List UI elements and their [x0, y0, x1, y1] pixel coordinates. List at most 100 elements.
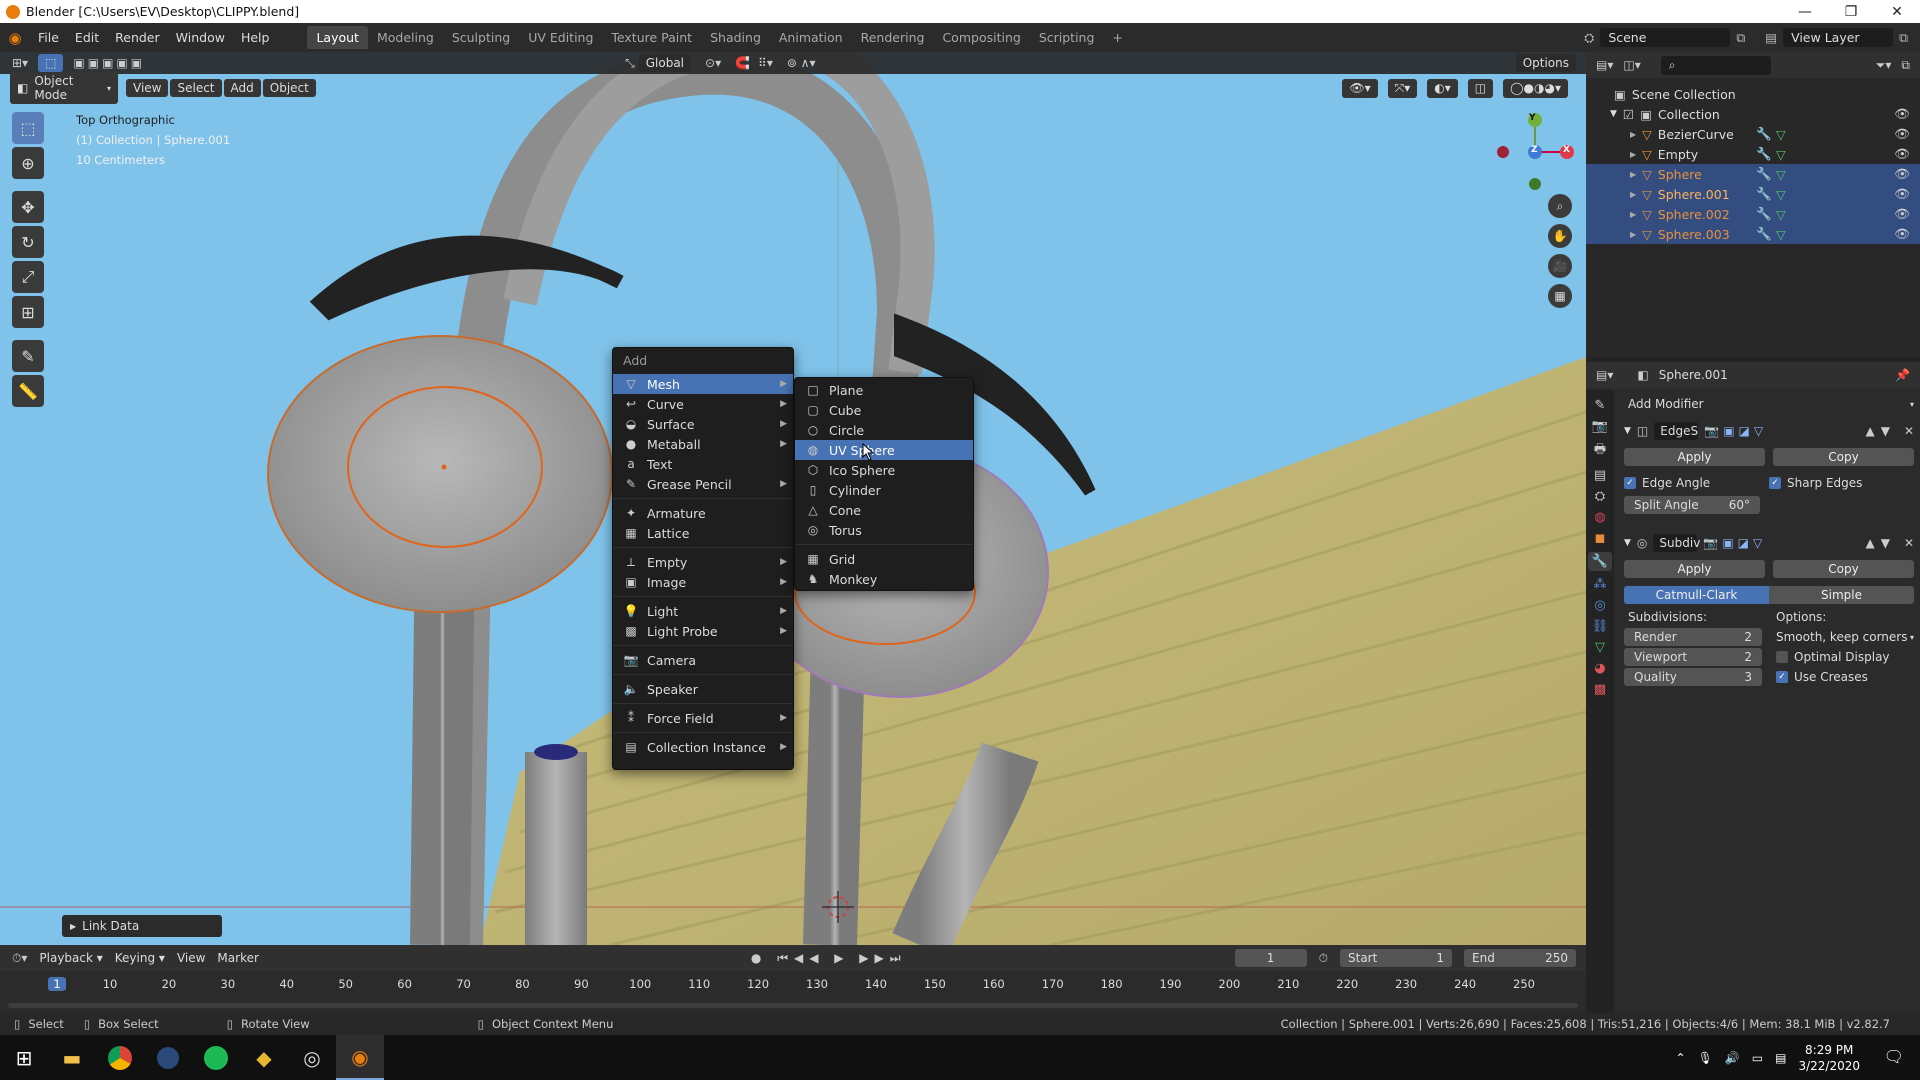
new-collection-icon[interactable]: ⧉ — [1901, 58, 1910, 73]
menu-item-speaker[interactable]: 🔈Speaker — [613, 679, 793, 699]
gitkraken-icon[interactable]: ◆ — [240, 1035, 288, 1080]
xray-icon[interactable]: ◫ — [1468, 79, 1493, 98]
menu-item-light-probe[interactable]: ▩Light Probe▶ — [613, 621, 793, 641]
editor-type-icon[interactable]: ⊞▾ — [12, 56, 28, 70]
maximize-button[interactable]: ❐ — [1828, 0, 1874, 23]
modifier-visibility-icons[interactable]: 📷▣◪▽ — [1703, 536, 1766, 550]
object-data-tab-icon[interactable]: ▽ — [1595, 640, 1605, 655]
menu-item-lattice[interactable]: ▦Lattice — [613, 523, 793, 543]
tab-texture-paint[interactable]: Texture Paint — [602, 26, 701, 49]
menu-window[interactable]: Window — [168, 30, 233, 45]
eye-icon[interactable]: 👁 — [1894, 146, 1910, 162]
tray-chevron-icon[interactable]: ⌃ — [1676, 1051, 1686, 1065]
menu-help[interactable]: Help — [233, 30, 278, 45]
outliner-row[interactable]: ▶▽Empty🔧▽👁 — [1586, 144, 1920, 164]
move-down-icon[interactable]: ▼ — [1881, 536, 1890, 550]
outliner-row[interactable]: ▶▽Sphere.001🔧▽👁 — [1586, 184, 1920, 204]
eye-icon[interactable]: 👁 — [1894, 186, 1910, 202]
menu-item-cylinder[interactable]: ▯Cylinder — [795, 480, 973, 500]
copy-button[interactable]: Copy — [1773, 448, 1914, 466]
menu-item-image[interactable]: ▣Image▶ — [613, 572, 793, 592]
playback-menu[interactable]: Playback ▾ — [39, 951, 102, 965]
viewport-levels-field[interactable]: Viewport2 — [1624, 648, 1762, 666]
menu-item-cube[interactable]: ▢Cube — [795, 400, 973, 420]
menu-item-surface[interactable]: ◒Surface▶ — [613, 414, 793, 434]
timeline-editor-icon[interactable]: ⏱▾ — [12, 951, 27, 966]
annotate-tool-icon[interactable]: ✎ — [12, 340, 44, 372]
object-tab-icon[interactable]: ◼ — [1595, 531, 1606, 546]
add-menu[interactable]: Add — [224, 79, 261, 97]
scene-selector[interactable]: Scene — [1600, 28, 1730, 47]
copy-button[interactable]: Copy — [1773, 560, 1914, 578]
language-icon[interactable]: ▤ — [1775, 1051, 1786, 1065]
sharp-edges-checkbox[interactable]: ✓Sharp Edges — [1769, 476, 1914, 490]
expand-arrow-icon[interactable]: ▶ — [1630, 150, 1636, 159]
file-explorer-icon[interactable]: ▬ — [48, 1035, 96, 1080]
mode-selector[interactable]: ◧ Object Mode ▾ — [10, 72, 118, 104]
select-box-tool-icon[interactable]: ⬚ — [12, 112, 44, 144]
expand-arrow-icon[interactable]: ▶ — [1630, 130, 1636, 139]
menu-item-curve[interactable]: ↩Curve▶ — [613, 394, 793, 414]
select-mode-icons[interactable]: ▣▣▣▣▣ — [73, 56, 145, 70]
select-tool-icon[interactable]: ⬚ — [38, 54, 63, 72]
material-tab-icon[interactable]: ◕ — [1594, 661, 1605, 676]
menu-item-armature[interactable]: ✦Armature — [613, 503, 793, 523]
options-dropdown[interactable]: Options — [1516, 54, 1576, 72]
network-icon[interactable]: ▭ — [1752, 1051, 1763, 1065]
close-button[interactable]: ✕ — [1874, 0, 1920, 23]
menu-item-plane[interactable]: □Plane — [795, 380, 973, 400]
remove-modifier-icon[interactable]: ✕ — [1904, 424, 1914, 438]
notifications-icon[interactable]: 🗨 — [1884, 1047, 1904, 1066]
outliner-row[interactable]: ▶▽BezierCurve🔧▽👁 — [1586, 124, 1920, 144]
timeline-scrollbar[interactable] — [8, 1003, 1578, 1008]
view-layer-selector[interactable]: View Layer — [1783, 28, 1893, 47]
view-menu[interactable]: View — [126, 79, 168, 97]
add-modifier-dropdown[interactable]: Add Modifier ▾ — [1624, 394, 1914, 414]
split-angle-field[interactable]: Split Angle 60° — [1624, 496, 1760, 514]
simple-toggle[interactable]: Simple — [1769, 586, 1914, 604]
menu-item-camera[interactable]: 📷Camera — [613, 650, 793, 670]
catmull-clark-toggle[interactable]: Catmull-Clark — [1624, 586, 1769, 604]
render-levels-field[interactable]: Render2 — [1624, 628, 1762, 646]
menu-file[interactable]: File — [30, 30, 67, 45]
outliner-editor-icon[interactable]: ▤▾ — [1596, 58, 1613, 72]
playback-controls[interactable]: ● ⏮◀◀ ▶ ▶▶⏭ — [751, 951, 907, 966]
unity-icon[interactable]: ◎ — [288, 1035, 336, 1080]
properties-editor-icon[interactable]: ▤▾ — [1596, 368, 1613, 382]
visibility-icon[interactable]: 👁▾ — [1342, 79, 1377, 98]
tab-shading[interactable]: Shading — [701, 26, 770, 49]
scene-tab-icon[interactable]: ⛭ — [1595, 489, 1605, 504]
render-tab-icon[interactable]: 📷 — [1592, 419, 1608, 434]
optimal-display-checkbox[interactable]: Optimal Display — [1776, 648, 1914, 666]
end-frame-field[interactable]: End250 — [1464, 949, 1576, 967]
move-down-icon[interactable]: ▼ — [1881, 424, 1890, 438]
menu-edit[interactable]: Edit — [67, 30, 107, 45]
start-frame-field[interactable]: Start1 — [1340, 949, 1452, 967]
constraints-tab-icon[interactable]: ⛓ — [1592, 619, 1609, 634]
camera-view-icon[interactable]: 🎥 — [1548, 254, 1572, 278]
scale-tool-icon[interactable]: ⤢ — [12, 261, 44, 293]
collapse-arrow-icon[interactable]: ▼ — [1624, 538, 1631, 548]
zoom-icon[interactable]: ⌕ — [1548, 194, 1572, 218]
expand-arrow-icon[interactable]: ▼ — [1610, 109, 1617, 119]
outliner-row[interactable]: ▶▽Sphere🔧▽👁 — [1586, 164, 1920, 184]
menu-item-ico-sphere[interactable]: ⬡Ico Sphere — [795, 460, 973, 480]
apply-button[interactable]: Apply — [1624, 448, 1765, 466]
menu-item-force-field[interactable]: ⁑Force Field▶ — [613, 708, 793, 728]
menu-item-circle[interactable]: ○Circle — [795, 420, 973, 440]
menu-item-mesh[interactable]: ▽Mesh▶ — [613, 374, 793, 394]
menu-item-uv-sphere[interactable]: ◍UV Sphere — [795, 440, 973, 460]
blender-menu-icon[interactable]: ◉ — [0, 29, 30, 47]
clock-icon[interactable]: ⏱ — [1319, 951, 1328, 966]
tab-uv-editing[interactable]: UV Editing — [519, 26, 602, 49]
current-frame-field[interactable]: 1 — [1235, 949, 1307, 967]
texture-tab-icon[interactable]: ▩ — [1594, 682, 1606, 697]
shading-modes-icon[interactable]: ◯●◑◕▾ — [1503, 79, 1568, 98]
filter-icon[interactable]: ⏷▾ — [1876, 58, 1892, 73]
clock[interactable]: 8:29 PM 3/22/2020 — [1798, 1042, 1860, 1074]
spotify-icon[interactable] — [192, 1035, 240, 1080]
pan-hand-icon[interactable]: ✋ — [1548, 224, 1572, 248]
physics-tab-icon[interactable]: ◎ — [1594, 598, 1605, 613]
select-menu[interactable]: Select — [170, 79, 221, 97]
outliner-row[interactable]: ▶▽Sphere.002🔧▽👁 — [1586, 204, 1920, 224]
